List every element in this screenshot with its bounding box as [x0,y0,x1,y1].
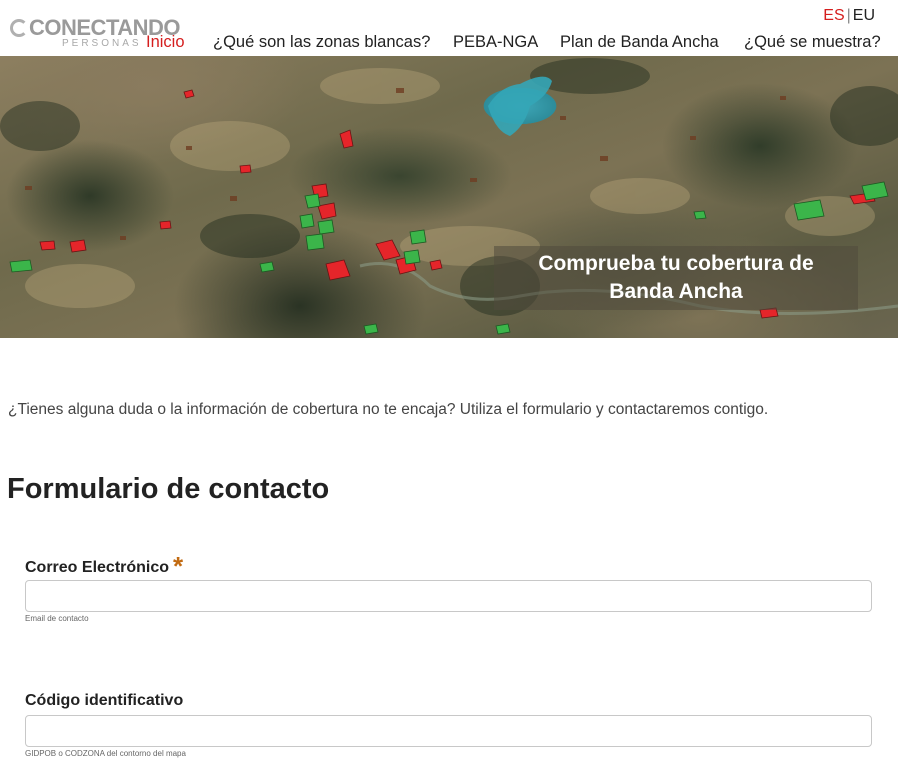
email-help-text: Email de contacto [25,614,89,623]
nav-item-zonas-blancas[interactable]: ¿Qué son las zonas blancas? [213,32,453,52]
email-input[interactable] [25,580,872,612]
language-switcher: ES | EU [823,7,875,25]
hero-title: Comprueba tu cobertura de Banda Ancha [538,252,814,303]
nav-item-que-se-muestra[interactable]: ¿Qué se muestra? [744,32,881,52]
code-help-text: GIDPOB o CODZONA del contorno del mapa [25,749,186,758]
hero-banner: Comprueba tu cobertura de Banda Ancha [0,56,898,338]
site-logo[interactable]: CONECTANDO PERSONAS [10,16,181,50]
form-title: Formulario de contacto [7,473,330,505]
email-field-label: Correo Electrónico * [25,553,183,579]
nav-item-inicio[interactable]: Inicio [146,32,213,52]
code-input[interactable] [25,715,872,747]
main-nav: Inicio ¿Qué son las zonas blancas? PEBA-… [146,32,881,52]
required-asterisk-icon: * [173,551,184,581]
lang-eu-link[interactable]: EU [853,7,875,24]
nav-item-plan-banda-ancha[interactable]: Plan de Banda Ancha [560,32,744,52]
intro-text: ¿Tienes alguna duda o la información de … [8,401,769,418]
lang-separator: | [846,7,851,24]
nav-item-peba-nga[interactable]: PEBA-NGA [453,32,560,52]
site-header: CONECTANDO PERSONAS ES | EU Inicio ¿Qué so… [0,0,898,56]
logo-sub-text: PERSONAS [62,38,142,49]
code-field-label: Código identificativo [25,692,184,709]
email-label-text: Correo Electrónico [25,559,170,576]
lang-es-link[interactable]: ES [823,7,844,24]
logo-ring-icon [10,19,28,37]
hero-cta-box[interactable]: Comprueba tu cobertura de Banda Ancha [494,246,858,310]
